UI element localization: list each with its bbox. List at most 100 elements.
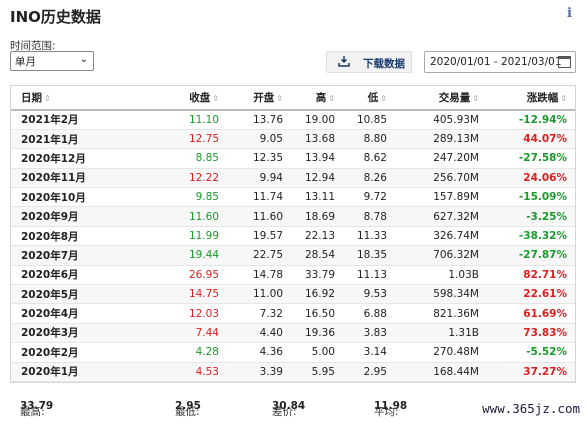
history-table: 日期 ⇕ 收盘 ⇕ 开盘 ⇕ 高 ⇕ 低 ⇕ 交易量 ⇕ 涨跌幅 ⇕ 2021年2月 11.10… bbox=[10, 85, 576, 383]
cell-close: 11.99 bbox=[131, 226, 219, 247]
summary-low: 最低: 2.95 bbox=[175, 400, 201, 418]
cell-date: 2020年1月 bbox=[11, 362, 131, 382]
cell-close: 8.85 bbox=[131, 148, 219, 169]
sort-icon[interactable]: ⇕ bbox=[276, 94, 283, 103]
cell-close: 9.85 bbox=[131, 187, 219, 208]
table-row: 2020年6月 26.95 14.78 33.79 11.13 1.03B 82.71% bbox=[11, 265, 575, 286]
cell-open: 14.78 bbox=[219, 265, 283, 286]
calendar-icon[interactable] bbox=[558, 56, 571, 68]
column-header-volume[interactable]: 交易量 ⇕ bbox=[387, 86, 479, 111]
table-row: 2020年1月 4.53 3.39 5.95 2.95 168.44M 37.27% bbox=[11, 362, 575, 382]
table-row: 2020年10月 9.85 11.74 13.11 9.72 157.89M -15.09% bbox=[11, 187, 575, 208]
sort-icon[interactable]: ⇕ bbox=[328, 94, 335, 103]
cell-open: 11.60 bbox=[219, 206, 283, 227]
cell-high: 16.50 bbox=[283, 303, 335, 324]
cell-date: 2020年11月 bbox=[11, 168, 131, 189]
table-row: 2021年1月 12.75 9.05 13.68 8.80 289.13M 44.07% bbox=[11, 129, 575, 150]
chevron-down-icon: ⌄ bbox=[79, 54, 88, 65]
cell-low: 8.26 bbox=[335, 168, 387, 189]
cell-date: 2020年8月 bbox=[11, 226, 131, 247]
cell-volume: 1.03B bbox=[387, 265, 479, 286]
cell-volume: 168.44M bbox=[387, 362, 479, 382]
table-row: 2020年9月 11.60 11.60 18.69 8.78 627.32M -3.25% bbox=[11, 206, 575, 227]
cell-close: 11.60 bbox=[131, 206, 219, 227]
cell-close: 14.75 bbox=[131, 284, 219, 305]
cell-open: 19.57 bbox=[219, 226, 283, 247]
download-data-button[interactable]: 下载数据 bbox=[326, 51, 412, 73]
cell-change: -15.09% bbox=[479, 187, 575, 208]
cell-volume: 627.32M bbox=[387, 206, 479, 227]
cell-change: 82.71% bbox=[479, 265, 575, 286]
cell-open: 4.40 bbox=[219, 323, 283, 344]
info-icon[interactable]: i bbox=[567, 6, 572, 21]
cell-volume: 326.74M bbox=[387, 226, 479, 247]
cell-volume: 821.36M bbox=[387, 303, 479, 324]
cell-open: 12.35 bbox=[219, 148, 283, 169]
cell-volume: 706.32M bbox=[387, 245, 479, 266]
period-select-value: 单月 bbox=[15, 56, 36, 68]
table-row: 2020年3月 7.44 4.40 19.36 3.83 1.31B 73.83% bbox=[11, 323, 575, 344]
cell-change: -12.94% bbox=[479, 110, 575, 130]
cell-date: 2021年1月 bbox=[11, 129, 131, 150]
cell-open: 7.32 bbox=[219, 303, 283, 324]
sort-icon[interactable]: ⇕ bbox=[212, 94, 219, 103]
cell-low: 11.13 bbox=[335, 265, 387, 286]
date-range-picker[interactable]: 2020/01/01 - 2021/03/01 bbox=[424, 51, 576, 73]
cell-high: 28.54 bbox=[283, 245, 335, 266]
cell-low: 11.33 bbox=[335, 226, 387, 247]
cell-high: 13.11 bbox=[283, 187, 335, 208]
cell-change: 22.61% bbox=[479, 284, 575, 305]
column-header-close[interactable]: 收盘 ⇕ bbox=[131, 86, 219, 111]
table-row: 2020年2月 4.28 4.36 5.00 3.14 270.48M -5.52% bbox=[11, 342, 575, 363]
cell-date: 2020年7月 bbox=[11, 245, 131, 266]
cell-close: 4.53 bbox=[131, 362, 219, 382]
sort-icon[interactable]: ⇕ bbox=[560, 94, 567, 103]
cell-date: 2020年5月 bbox=[11, 284, 131, 305]
table-row: 2020年7月 19.44 22.75 28.54 18.35 706.32M -27.87… bbox=[11, 245, 575, 266]
summary-high: 最高: 33.79 bbox=[20, 400, 54, 418]
table-row: 2021年2月 11.10 13.76 19.00 10.85 405.93M -12.94… bbox=[11, 110, 575, 130]
column-header-open[interactable]: 开盘 ⇕ bbox=[219, 86, 283, 111]
cell-change: 61.69% bbox=[479, 303, 575, 324]
cell-date: 2020年9月 bbox=[11, 206, 131, 227]
cell-date: 2021年2月 bbox=[11, 110, 131, 130]
cell-change: -5.52% bbox=[479, 342, 575, 363]
column-header-date[interactable]: 日期 ⇕ bbox=[11, 86, 131, 111]
cell-low: 3.83 bbox=[335, 323, 387, 344]
cell-low: 8.78 bbox=[335, 206, 387, 227]
cell-close: 11.10 bbox=[131, 110, 219, 130]
cell-high: 13.94 bbox=[283, 148, 335, 169]
column-header-high[interactable]: 高 ⇕ bbox=[283, 86, 335, 111]
period-select[interactable]: 单月 ⌄ bbox=[10, 51, 94, 71]
column-header-low[interactable]: 低 ⇕ bbox=[335, 86, 387, 111]
sort-icon[interactable]: ⇕ bbox=[44, 94, 51, 103]
cell-high: 13.68 bbox=[283, 129, 335, 150]
cell-low: 8.80 bbox=[335, 129, 387, 150]
cell-open: 11.00 bbox=[219, 284, 283, 305]
summary-diff: 差价: 30.84 bbox=[272, 400, 306, 418]
cell-date: 2020年2月 bbox=[11, 342, 131, 363]
cell-change: 44.07% bbox=[479, 129, 575, 150]
cell-low: 8.62 bbox=[335, 148, 387, 169]
cell-open: 22.75 bbox=[219, 245, 283, 266]
sort-icon[interactable]: ⇕ bbox=[472, 94, 479, 103]
column-header-change[interactable]: 涨跌幅 ⇕ bbox=[479, 86, 575, 111]
table-row: 2020年5月 14.75 11.00 16.92 9.53 598.34M 22.61% bbox=[11, 284, 575, 305]
cell-open: 4.36 bbox=[219, 342, 283, 363]
watermark: www.365jz.com bbox=[480, 401, 582, 416]
table-header-row: 日期 ⇕ 收盘 ⇕ 开盘 ⇕ 高 ⇕ 低 ⇕ 交易量 ⇕ 涨跌幅 ⇕ bbox=[11, 86, 575, 111]
cell-volume: 289.13M bbox=[387, 129, 479, 150]
cell-close: 12.75 bbox=[131, 129, 219, 150]
page-title: INO历史数据 bbox=[10, 8, 101, 26]
table-row: 2020年12月 8.85 12.35 13.94 8.62 247.20M -27.58% bbox=[11, 148, 575, 169]
cell-open: 9.05 bbox=[219, 129, 283, 150]
cell-change: -3.25% bbox=[479, 206, 575, 227]
table-row: 2020年11月 12.22 9.94 12.94 8.26 256.70M 24.06% bbox=[11, 168, 575, 189]
sort-icon[interactable]: ⇕ bbox=[380, 94, 387, 103]
cell-volume: 256.70M bbox=[387, 168, 479, 189]
cell-volume: 405.93M bbox=[387, 110, 479, 130]
cell-change: 24.06% bbox=[479, 168, 575, 189]
summary-average: 平均: 11.98 bbox=[374, 400, 408, 418]
table-row: 2020年8月 11.99 19.57 22.13 11.33 326.74M -38.32… bbox=[11, 226, 575, 247]
cell-close: 12.22 bbox=[131, 168, 219, 189]
